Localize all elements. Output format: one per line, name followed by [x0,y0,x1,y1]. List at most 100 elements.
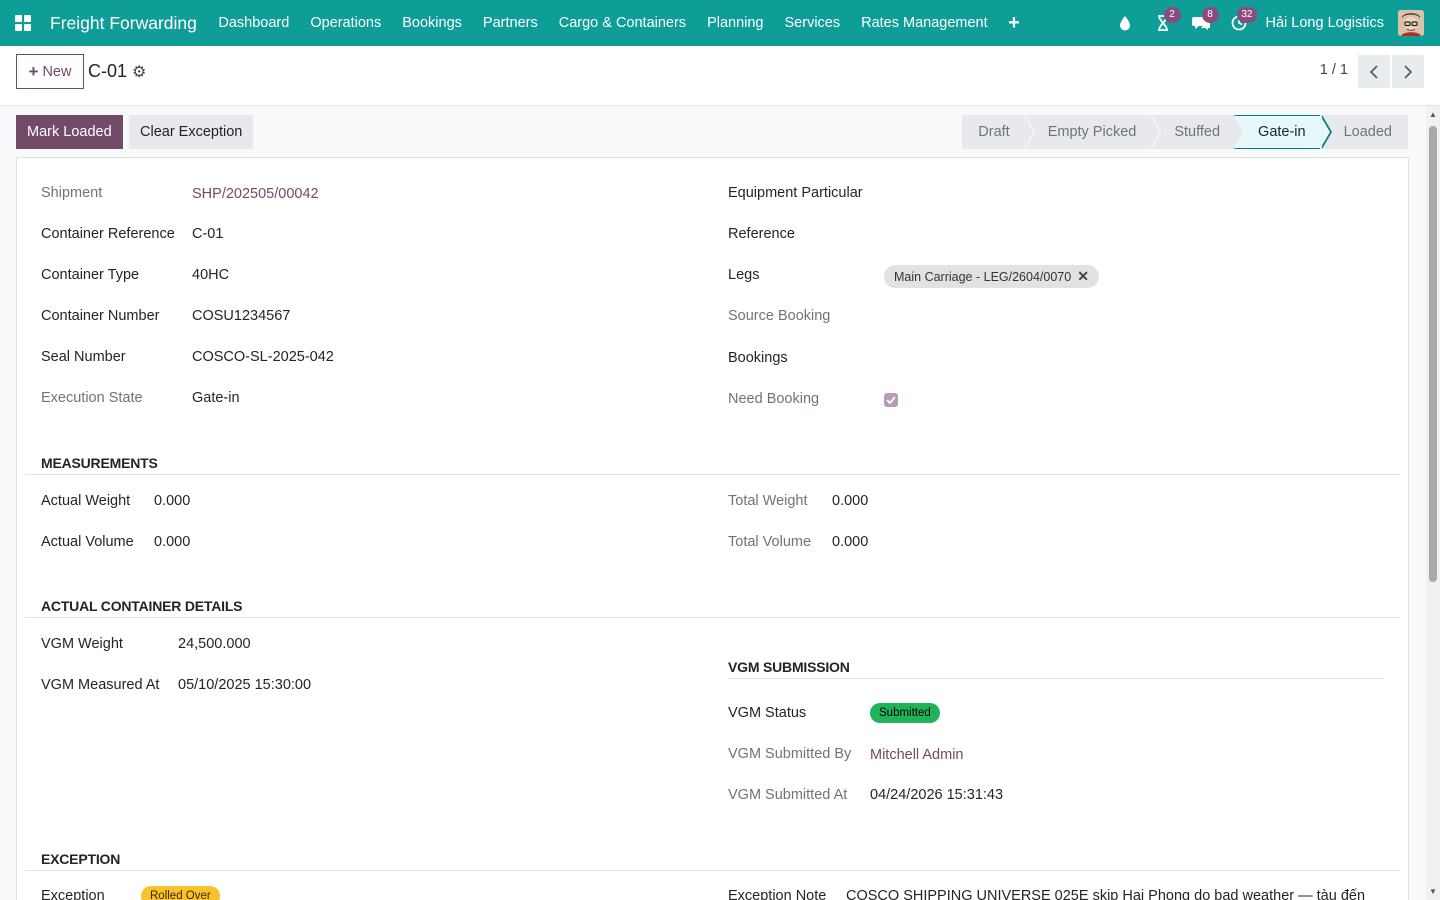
shipment-link[interactable]: SHP/202505/00042 [192,186,319,202]
vertical-scrollbar[interactable]: ▲ ▼ [1426,106,1440,900]
vgm-measured-at-label: VGM Measured At [41,677,160,693]
apps-menu-icon[interactable] [0,0,46,46]
user-avatar[interactable] [1398,10,1424,36]
stage-statusbar: Draft Empty Picked Stuffed Gate-in Loade… [962,115,1408,149]
stage-gate-in[interactable]: Gate-in [1234,115,1332,149]
measurements-section-title: MEASUREMENTS [41,455,158,471]
total-volume-label: Total Volume [728,534,812,550]
activity-count-badge: 2 [1163,7,1181,23]
seal-number-value[interactable]: COSCO-SL-2025-042 [192,349,334,365]
actual-details-divider [25,617,1400,618]
company-switcher[interactable]: Hải Long Logistics [1266,15,1385,31]
scroll-down-icon[interactable]: ▼ [1429,887,1437,896]
pager-value[interactable]: 1 / 1 [1320,62,1348,78]
actual-container-details-title: ACTUAL CONTAINER DETAILS [41,598,243,614]
pager-next-button[interactable] [1392,55,1424,88]
scrollbar-thumb[interactable] [1429,126,1437,582]
app-title[interactable]: Freight Forwarding [50,13,197,34]
vgm-submitted-at-value: 04/24/2026 15:31:43 [870,787,1004,803]
checkmark-icon [886,396,896,404]
top-navbar: Freight Forwarding Dashboard Operations … [0,0,1440,46]
clear-exception-button[interactable]: Clear Exception [129,115,254,149]
vgm-submission-title: VGM SUBMISSION [728,659,850,675]
stage-loaded-label: Loaded [1343,124,1392,140]
legs-tag[interactable]: Main Carriage - LEG/2604/0070 ✕ [884,265,1099,288]
updates-clock-icon[interactable]: 32 [1220,0,1258,46]
stage-draft[interactable]: Draft [962,115,1035,149]
legs-tag-label: Main Carriage - LEG/2604/0070 [894,269,1072,284]
messages-count-badge: 8 [1201,7,1219,23]
menu-item-rates-management[interactable]: Rates Management [851,15,999,31]
stage-loaded[interactable]: Loaded [1319,115,1408,149]
actual-weight-value[interactable]: 0.000 [154,493,190,509]
vgm-measured-at-value[interactable]: 05/10/2025 15:30:00 [178,677,311,693]
actual-volume-value[interactable]: 0.000 [154,534,190,550]
vgm-weight-label: VGM Weight [41,636,123,652]
exception-note-value[interactable]: COSCO SHIPPING UNIVERSE 025E skip Hai Ph… [846,888,1365,900]
main-menu: Dashboard Operations Bookings Partners C… [208,13,1030,33]
menu-item-dashboard[interactable]: Dashboard [208,15,300,31]
exception-label: Exception [41,888,105,900]
legs-label: Legs [728,267,760,283]
container-number-label: Container Number [41,308,160,324]
measurements-divider [25,474,1400,475]
stage-empty-picked-label: Empty Picked [1047,124,1137,140]
chevron-right-icon [1404,64,1413,79]
menu-item-partners[interactable]: Partners [472,15,548,31]
container-reference-label: Container Reference [41,226,175,242]
messages-icon[interactable]: 8 [1182,0,1220,46]
plus-icon: + [28,61,39,81]
shipment-label: Shipment [41,185,103,201]
vgm-submitted-by-link[interactable]: Mitchell Admin [870,747,963,763]
form-sheet: Shipment SHP/202505/00042 Container Refe… [16,157,1409,900]
gear-icon[interactable]: ⚙ [132,62,146,82]
menu-item-planning[interactable]: Planning [697,15,774,31]
vgm-weight-value[interactable]: 24,500.000 [178,636,251,652]
systray: 2 8 32 Hải Long Logistics [1106,0,1440,46]
vgm-submission-divider [728,678,1384,679]
container-type-label: Container Type [41,267,140,283]
container-reference-value[interactable]: C-01 [192,226,223,242]
menu-item-operations[interactable]: Operations [300,15,392,31]
actual-volume-label: Actual Volume [41,534,134,550]
exception-note-label: Exception Note [728,888,827,900]
bookings-label: Bookings [728,350,788,366]
need-booking-label: Need Booking [728,391,820,407]
equipment-particular-label: Equipment Particular [728,185,863,201]
scroll-up-icon[interactable]: ▲ [1429,110,1437,119]
total-weight-label: Total Weight [728,493,808,509]
total-weight-value: 0.000 [832,493,869,509]
menu-item-bookings[interactable]: Bookings [392,15,473,31]
total-volume-value: 0.000 [832,534,869,550]
container-type-value[interactable]: 40HC [192,267,229,283]
breadcrumb-record-title: C-01 [88,61,128,81]
menu-item-cargo-containers[interactable]: Cargo & Containers [548,15,696,31]
seal-number-label: Seal Number [41,349,126,365]
updates-count-badge: 32 [1237,7,1257,23]
vgm-status-label: VGM Status [728,705,807,721]
stage-empty-picked[interactable]: Empty Picked [1023,115,1162,149]
execution-state-label: Execution State [41,390,143,406]
control-panel: + New C-01 ⚙ 1 / 1 [0,46,1440,106]
vgm-submitted-at-label: VGM Submitted At [728,787,848,803]
container-number-value[interactable]: COSU1234567 [192,308,290,324]
remove-tag-icon[interactable]: ✕ [1077,268,1089,285]
stage-stuffed[interactable]: Stuffed [1150,115,1246,149]
activity-icon[interactable]: 2 [1144,0,1182,46]
new-button-label: New [42,63,72,80]
stage-stuffed-label: Stuffed [1174,124,1221,140]
add-menu-icon[interactable]: + [998,13,1030,33]
pager-previous-button[interactable] [1358,55,1390,88]
mark-loaded-button[interactable]: Mark Loaded [16,115,123,149]
exception-section-title: EXCEPTION [41,851,121,867]
drop-icon[interactable] [1106,0,1144,46]
form-statusbar: Mark Loaded Clear Exception Draft Empty … [16,115,1408,150]
need-booking-checkbox[interactable] [884,393,898,407]
new-record-button[interactable]: + New [16,54,84,89]
actual-weight-label: Actual Weight [41,493,131,509]
menu-item-services[interactable]: Services [774,15,851,31]
vgm-submitted-by-label: VGM Submitted By [728,746,852,762]
reference-label: Reference [728,226,795,242]
stage-gate-in-label: Gate-in [1258,124,1306,140]
exception-badge[interactable]: Rolled Over [141,886,220,900]
